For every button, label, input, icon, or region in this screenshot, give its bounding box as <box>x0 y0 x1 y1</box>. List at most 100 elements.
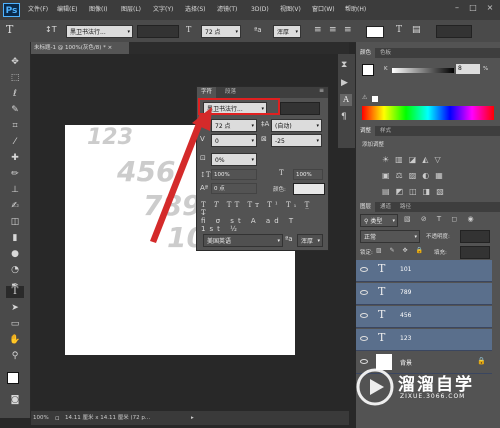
tab-paragraph[interactable]: 段落 <box>221 87 240 98</box>
char-color-swatch[interactable] <box>293 183 325 195</box>
marquee-tool-icon[interactable]: ⬚ <box>6 72 24 84</box>
document-tab[interactable]: 未标题-1 @ 100%(灰色/8) * × <box>31 42 129 54</box>
lock-icons[interactable]: ▨ ✎ ✥ 🔒 <box>376 247 426 254</box>
watermark-url: ZIXUE.3066.COM <box>400 393 466 400</box>
quick-select-tool-icon[interactable]: ✎ <box>6 104 24 116</box>
healing-brush-tool-icon[interactable]: ✚ <box>6 152 24 164</box>
zoom-level[interactable]: 100% <box>33 411 49 425</box>
path-select-tool-icon[interactable]: ➤ <box>6 302 24 314</box>
crop-tool-icon[interactable]: ⌗ <box>6 120 24 132</box>
maximize-icon[interactable]: □ <box>466 2 480 14</box>
warning-icon[interactable]: ⚠ <box>362 94 367 101</box>
font-family-select[interactable]: 黑卫书法行... ▾ <box>66 25 133 38</box>
actions-panel-icon[interactable]: ▶ <box>341 78 348 88</box>
menu-layer[interactable]: 图层(L) <box>121 0 141 20</box>
eraser-tool-icon[interactable]: ◫ <box>6 216 24 228</box>
fill-input[interactable] <box>460 246 490 259</box>
eye-icon[interactable] <box>360 267 368 272</box>
tab-color[interactable]: 颜色 <box>356 48 376 58</box>
close-icon[interactable]: × <box>483 2 497 14</box>
warp-text-icon[interactable]: T <box>396 25 402 35</box>
tab-adjustments[interactable]: 调整 <box>356 126 376 136</box>
k-slider[interactable] <box>392 68 454 73</box>
toggle-panels-icon[interactable]: ▤ <box>412 25 421 35</box>
k-value-input[interactable]: 8 <box>456 64 480 74</box>
tab-layers[interactable]: 图层 <box>356 202 376 212</box>
menu-select[interactable]: 选择(S) <box>185 0 206 20</box>
char-horizontal-scale-input[interactable]: 100% <box>293 169 323 180</box>
font-size-input[interactable]: 72 点 ▾ <box>201 25 241 38</box>
canvas-text-123[interactable]: 123 <box>87 125 133 150</box>
align-right-icon[interactable]: ≡ <box>344 25 352 35</box>
antialias-select[interactable]: 浑厚 ▾ <box>273 25 301 38</box>
text-color-swatch[interactable] <box>366 26 384 38</box>
dodge-tool-icon[interactable]: ◔ <box>6 264 24 276</box>
type-tool-icon[interactable]: T <box>6 23 13 36</box>
quick-mask-icon[interactable]: ◙ <box>6 394 24 406</box>
menu-image[interactable]: 图像(I) <box>89 0 107 20</box>
rectangle-tool-icon[interactable]: ▭ <box>6 318 24 330</box>
layer-row[interactable]: T 789 <box>356 283 492 305</box>
layer-filter-kind-select[interactable]: ⚲ 类型 ▾ <box>360 214 398 227</box>
move-tool-icon[interactable]: ✥ <box>6 56 24 68</box>
clone-stamp-tool-icon[interactable]: ⊥ <box>6 184 24 196</box>
layer-row[interactable]: T 456 <box>356 306 492 328</box>
align-left-icon[interactable]: ≡ <box>314 25 322 35</box>
char-tracking-input[interactable]: -25 ▾ <box>271 134 322 147</box>
blend-mode-select[interactable]: 正常 ▾ <box>360 230 420 243</box>
tab-styles[interactable]: 样式 <box>376 126 395 136</box>
zoom-tool-icon[interactable]: ⚲ <box>6 350 24 362</box>
menu-filter[interactable]: 滤镜(T) <box>217 0 237 20</box>
close-tab-icon[interactable]: × <box>108 45 113 51</box>
char-antialias-select[interactable]: 浑厚 ▾ <box>297 234 323 247</box>
menu-view[interactable]: 视图(V) <box>280 0 301 20</box>
eye-icon[interactable] <box>360 290 368 295</box>
horizontal-type-tool-icon[interactable]: T <box>6 286 24 298</box>
paragraph-panel-icon[interactable]: ¶ <box>341 112 347 122</box>
brush-tool-icon[interactable]: ✏ <box>6 168 24 180</box>
menu-file[interactable]: 文件(F) <box>28 0 48 20</box>
tab-swatches[interactable]: 色板 <box>376 48 395 58</box>
eyedropper-tool-icon[interactable]: ⁄ <box>6 136 24 148</box>
menu-window[interactable]: 窗口(W) <box>312 0 335 20</box>
minimize-icon[interactable]: – <box>450 2 464 14</box>
menu-bar: Ps 文件(F) 编辑(E) 图像(I) 图层(L) 文字(Y) 选择(S) 滤… <box>0 0 500 21</box>
history-panel-icon[interactable]: ⧗ <box>341 60 347 70</box>
layer-row[interactable]: T 101 <box>356 260 492 282</box>
color-fg-swatch[interactable] <box>362 64 374 76</box>
document-tab-bar: 未标题-1 @ 100%(灰色/8) * × <box>31 42 349 54</box>
blur-tool-icon[interactable]: ● <box>6 248 24 260</box>
web-safe-swatch[interactable] <box>372 96 378 102</box>
opacity-input[interactable] <box>460 230 490 243</box>
eye-icon[interactable] <box>360 336 368 341</box>
foreground-color-swatch[interactable] <box>7 372 19 384</box>
font-style-select[interactable] <box>137 25 179 38</box>
menu-type[interactable]: 文字(Y) <box>153 0 173 20</box>
hand-tool-icon[interactable]: ✋ <box>6 334 24 346</box>
menu-edit[interactable]: 编辑(E) <box>57 0 77 20</box>
eye-icon[interactable] <box>360 313 368 318</box>
adjustment-icons[interactable]: ☀▥◪◭▽ ▣⚖▨◐▦ ▤◩◫◨▧ <box>382 152 472 200</box>
orientation-toggle-icon[interactable]: ↕T <box>45 25 57 34</box>
tab-paths[interactable]: 路径 <box>396 202 415 212</box>
font-size-icon: T <box>186 25 192 34</box>
char-font-style-select[interactable] <box>280 102 320 115</box>
character-panel-icon[interactable]: A <box>340 94 352 106</box>
panel-menu-icon[interactable]: ≡ <box>319 87 324 94</box>
status-menu-arrow-icon[interactable]: ▸ <box>191 411 194 425</box>
gradient-tool-icon[interactable]: ▮ <box>6 232 24 244</box>
text-layer-icon: T <box>378 285 386 298</box>
char-leading-input[interactable]: (自动) ▾ <box>271 119 322 132</box>
options-bar: T ↕T 黑卫书法行... ▾ T 72 点 ▾ ªa 浑厚 ▾ ≡ ≡ ≡ T ▤ <box>0 20 500 43</box>
color-spectrum[interactable] <box>362 106 494 120</box>
tab-character[interactable]: 字符 <box>197 87 217 98</box>
layer-filter-icons[interactable]: ▧ ⊘ T ◻ ◉ <box>404 215 478 223</box>
layer-row[interactable]: T 123 <box>356 329 492 351</box>
tab-channels[interactable]: 通道 <box>376 202 395 212</box>
workspace-select[interactable] <box>436 25 472 38</box>
align-center-icon[interactable]: ≡ <box>329 25 337 35</box>
history-brush-tool-icon[interactable]: ✍ <box>6 200 24 212</box>
menu-help[interactable]: 帮助(H) <box>345 0 366 20</box>
lasso-tool-icon[interactable]: ℓ <box>6 88 24 100</box>
menu-3d[interactable]: 3D(D) <box>251 0 269 20</box>
